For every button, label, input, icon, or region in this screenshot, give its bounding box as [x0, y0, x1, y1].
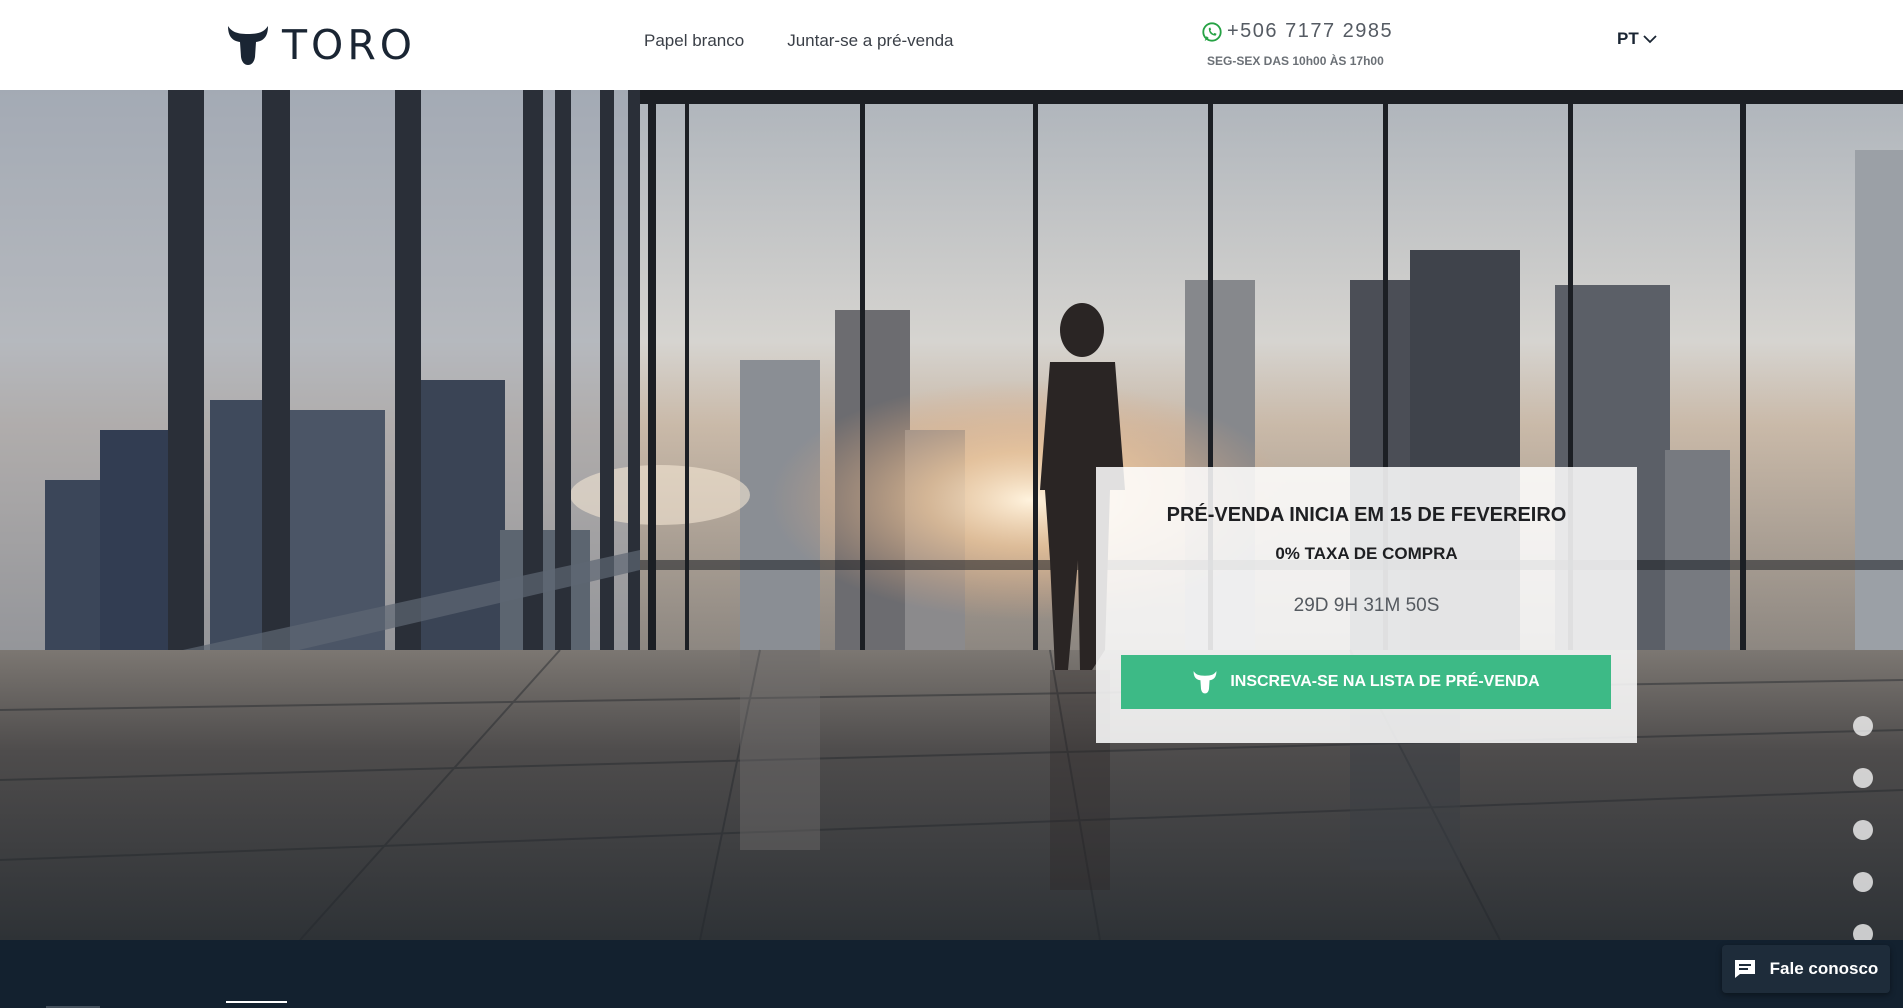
presale-subtitle: 0% TAXA DE COMPRA [1275, 544, 1458, 563]
presale-title: PRÉ-VENDA INICIA EM 15 DE FEVEREIRO [1166, 504, 1567, 526]
slider-dot[interactable] [1853, 716, 1873, 736]
language-selector[interactable]: PT [1617, 29, 1657, 49]
bull-head-icon [228, 26, 268, 65]
chat-label: Fale conosco [1769, 959, 1879, 978]
language-label: PT [1617, 29, 1639, 48]
toro-logo[interactable]: TORO [226, 24, 416, 66]
chevron-down-icon [1643, 35, 1657, 44]
slider-dots [1853, 716, 1873, 940]
main-nav: Papel branco Juntar-se a pré-venda [644, 31, 954, 51]
slider-dot[interactable] [1853, 924, 1873, 940]
section-divider [226, 1001, 287, 1003]
slider-dot[interactable] [1853, 872, 1873, 892]
presale-card: PRÉ-VENDA INICIA EM 15 DE FEVEREIRO 0% T… [1096, 467, 1637, 743]
chat-bubble-icon [1734, 960, 1755, 978]
nav-link-whitepaper[interactable]: Papel branco [644, 31, 744, 51]
phone-number: +506 7177 2985 [1227, 20, 1394, 42]
brand-name: TORO [282, 21, 417, 69]
hero-section: PRÉ-VENDA INICIA EM 15 DE FEVEREIRO 0% T… [0, 90, 1903, 940]
whatsapp-icon [1202, 21, 1222, 42]
slider-dot[interactable] [1853, 768, 1873, 788]
presale-signup-button[interactable]: INSCREVA-SE NA LISTA DE PRÉ-VENDA [1121, 655, 1611, 709]
business-hours: SEG-SEX DAS 10h00 ÀS 17h00 [1207, 54, 1384, 68]
slider-dot[interactable] [1853, 820, 1873, 840]
phone-contact[interactable]: +506 7177 2985 [1201, 20, 1393, 43]
chat-button[interactable]: Fale conosco [1722, 945, 1890, 993]
presale-signup-label: INSCREVA-SE NA LISTA DE PRÉ-VENDA [1230, 673, 1540, 690]
site-header: TORO Papel branco Juntar-se a pré-venda … [0, 0, 1903, 90]
presale-countdown: 29D 9H 31M 50S [1293, 595, 1440, 616]
next-section-strip [0, 940, 1903, 1008]
nav-link-join-presale[interactable]: Juntar-se a pré-venda [787, 31, 953, 51]
bull-head-icon [1193, 671, 1217, 694]
